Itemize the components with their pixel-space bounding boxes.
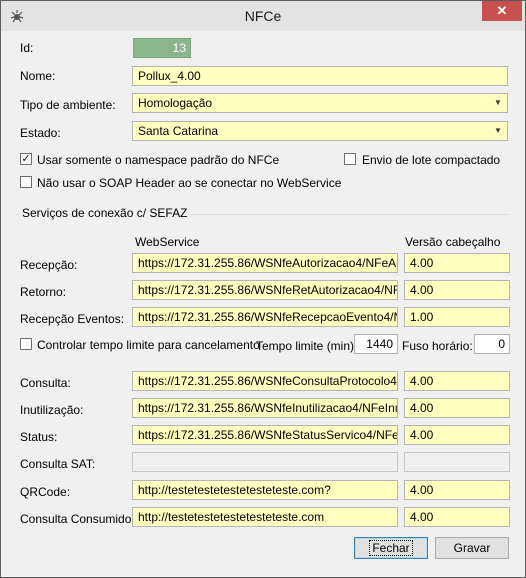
consulta-versao-input[interactable]: 4.00 [404,371,510,391]
namespace-checkbox[interactable]: ✓ [20,153,32,165]
retorno-url-input[interactable]: https://172.31.255.86/WSNfeRetAutorizaca… [132,280,398,300]
recepcao-eventos-label: Recepção Eventos: [20,312,125,326]
chevron-down-icon[interactable]: ▼ [491,94,505,112]
gravar-button[interactable]: Gravar [435,537,509,559]
fuso-horario-input[interactable]: 0 [474,334,510,354]
versao-column-header: Versão cabeçalho [405,235,501,249]
namespace-checkbox-label[interactable]: Usar somente o namespace padrão do NFCe [37,153,279,167]
tempo-limite-checkbox-label[interactable]: Controlar tempo limite para cancelamento [37,338,260,352]
soap-checkbox[interactable] [20,176,32,188]
recepcao-eventos-url-input[interactable]: https://172.31.255.86/WSNfeRecepcaoEvent… [132,307,398,327]
chevron-down-icon[interactable]: ▼ [491,122,505,140]
status-label: Status: [20,430,58,444]
nome-input[interactable]: Pollux_4.00 [132,66,508,86]
fechar-button[interactable]: Fechar [354,537,428,559]
tempo-limite-label: Tempo limite (min): [256,339,358,353]
soap-checkbox-label[interactable]: Não usar o SOAP Header ao se conectar no… [37,176,341,190]
recepcao-eventos-versao-input[interactable]: 1.00 [404,307,510,327]
status-versao-input[interactable]: 4.00 [404,425,510,445]
qrcode-label: QRCode: [20,485,71,499]
nome-label: Nome: [20,69,56,83]
nfce-dialog: NFCe ✕ Id: 13 Nome: Pollux_4.00 Tipo de … [0,0,526,578]
recepcao-url-input[interactable]: https://172.31.255.86/WSNfeAutorizacao4/… [132,253,398,273]
consulta-url-input[interactable]: https://172.31.255.86/WSNfeConsultaProto… [132,371,398,391]
consulta-sat-label: Consulta SAT: [20,457,96,471]
retorno-label: Retorno: [20,285,67,299]
tipo-ambiente-select[interactable]: Homologação ▼ [132,93,508,113]
inutilizacao-versao-input[interactable]: 4.00 [404,398,510,418]
recepcao-label: Recepção: [20,258,78,272]
fechar-button-label: Fechar [369,540,413,556]
estado-select[interactable]: Santa Catarina ▼ [132,121,508,141]
close-icon: ✕ [496,3,508,18]
window-title: NFCe [244,8,282,24]
inutilizacao-label: Inutilização: [20,403,84,417]
consulta-label: Consulta: [20,376,71,390]
estado-label: Estado: [20,126,61,140]
id-field: 13 [133,38,191,58]
title-bar: NFCe ✕ [1,1,525,31]
consulta-consumidor-url-input[interactable]: http://testetestetestetesteteste.com [132,507,398,527]
close-button[interactable]: ✕ [482,1,522,21]
tempo-limite-input[interactable]: 1440 [354,334,398,354]
services-group-label: Serviços de conexão c/ SEFAZ [19,206,191,220]
consulta-sat-url-input [132,452,398,472]
retorno-versao-input[interactable]: 4.00 [404,280,510,300]
consulta-consumidor-versao-input[interactable]: 4.00 [404,507,510,527]
qrcode-url-input[interactable]: http://testetestetestetesteteste.com? [132,480,398,500]
checkmark-icon: ✓ [21,153,31,165]
id-label: Id: [20,41,34,55]
tipo-ambiente-value: Homologação [138,96,213,110]
tipo-ambiente-label: Tipo de ambiente: [20,98,116,112]
webservice-column-header: WebService [135,235,200,249]
tempo-limite-checkbox[interactable] [20,338,32,350]
qrcode-versao-input[interactable]: 4.00 [404,480,510,500]
consulta-consumidor-label: Consulta Consumidor: [20,512,139,526]
estado-value: Santa Catarina [138,124,219,138]
fuso-horario-label: Fuso horário: [402,339,473,353]
lote-checkbox[interactable] [344,153,356,165]
lote-checkbox-label[interactable]: Envio de lote compactado [362,153,500,167]
consulta-sat-versao-input [404,452,510,472]
status-url-input[interactable]: https://172.31.255.86/WSNfeStatusServico… [132,425,398,445]
inutilizacao-url-input[interactable]: https://172.31.255.86/WSNfeInutilizacao4… [132,398,398,418]
recepcao-versao-input[interactable]: 4.00 [404,253,510,273]
